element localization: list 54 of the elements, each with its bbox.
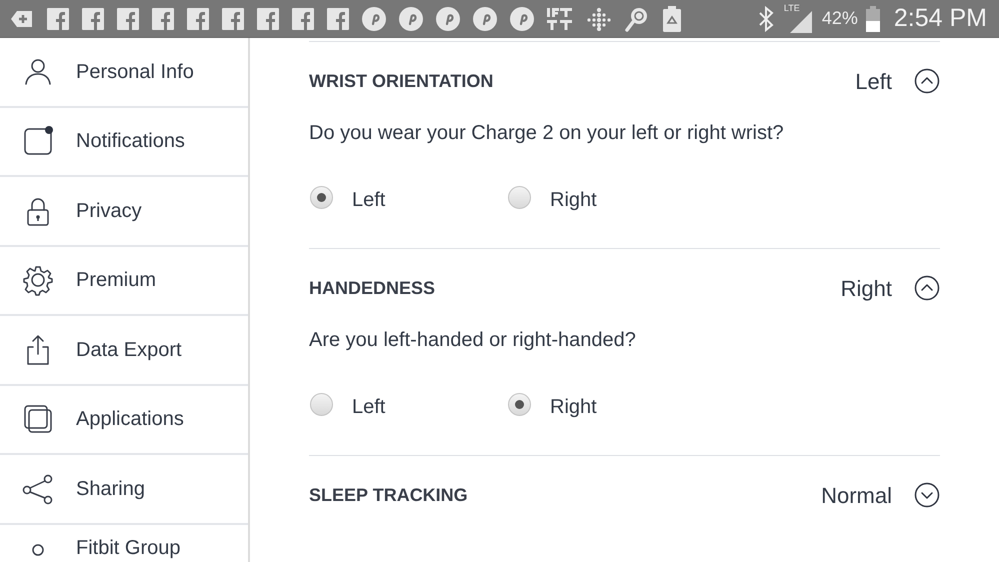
facebook-icon bbox=[327, 8, 349, 30]
option-label[interactable]: Left bbox=[352, 185, 386, 215]
sidebar-item[interactable]: Fitbit Group bbox=[0, 524, 248, 560]
pinterest-icon bbox=[362, 6, 386, 30]
battery-percent: 42% bbox=[822, 7, 858, 30]
network-type: LTE bbox=[784, 2, 800, 12]
radio-button[interactable] bbox=[310, 392, 333, 416]
chevron-up-icon[interactable] bbox=[914, 68, 940, 94]
square-dot-icon bbox=[22, 125, 54, 158]
section-value: Right bbox=[840, 274, 892, 303]
facebook-icon bbox=[292, 8, 314, 30]
battery-recycle-icon bbox=[662, 6, 682, 32]
ifttt-logo-icon bbox=[547, 6, 573, 30]
facebook-icon bbox=[117, 8, 139, 30]
radio-button[interactable] bbox=[508, 392, 531, 416]
pinterest-icon bbox=[510, 6, 534, 30]
option-label[interactable]: Right bbox=[550, 185, 597, 215]
facebook-icon bbox=[152, 8, 174, 30]
clock-time: 2:54 PM bbox=[894, 2, 987, 34]
radio-button[interactable] bbox=[310, 186, 333, 208]
section-value: Left bbox=[855, 68, 892, 96]
facebook-icon bbox=[222, 8, 244, 30]
chevron-down-icon[interactable] bbox=[914, 482, 940, 508]
backspace-plus-icon bbox=[10, 8, 34, 28]
overlapping-squares-icon bbox=[22, 403, 54, 436]
facebook-icon bbox=[187, 8, 209, 30]
section-title: WRIST ORIENTATION bbox=[309, 70, 494, 92]
facebook-icon bbox=[257, 8, 279, 30]
share-icon bbox=[22, 472, 54, 505]
magnifier-coin-icon bbox=[625, 6, 649, 32]
sidebar-item[interactable]: Premium bbox=[0, 246, 248, 316]
sidebar-item[interactable]: Personal Info bbox=[0, 38, 248, 108]
battery-icon bbox=[866, 6, 880, 32]
sidebar-item[interactable]: Sharing bbox=[0, 455, 248, 524]
settings-icon bbox=[22, 264, 54, 296]
sidebar-item[interactable]: Applications bbox=[0, 386, 248, 455]
pinterest-icon bbox=[473, 6, 497, 30]
facebook-icon bbox=[47, 8, 69, 30]
section-question: Do you wear your Charge 2 on your left or right wrist? bbox=[309, 121, 785, 146]
sidebar-item[interactable]: Notifications bbox=[0, 108, 248, 177]
section-title: SLEEP TRACKING bbox=[309, 484, 468, 506]
section-question: Are you left-handed or right-handed? bbox=[309, 328, 637, 353]
section-value: Normal bbox=[821, 482, 892, 510]
radio-button[interactable] bbox=[508, 186, 531, 208]
sidebar-item[interactable]: Privacy bbox=[0, 177, 248, 246]
pinterest-icon bbox=[399, 6, 423, 30]
sidebar-item[interactable]: Data Export bbox=[0, 316, 248, 386]
section-title: HANDEDNESS bbox=[309, 276, 436, 300]
dots-icon bbox=[586, 6, 612, 30]
option-label[interactable]: Right bbox=[550, 392, 597, 422]
pinterest-icon bbox=[436, 6, 460, 30]
facebook-icon bbox=[82, 8, 104, 30]
chevron-up-icon[interactable] bbox=[914, 275, 940, 301]
option-label[interactable]: Left bbox=[352, 392, 386, 422]
